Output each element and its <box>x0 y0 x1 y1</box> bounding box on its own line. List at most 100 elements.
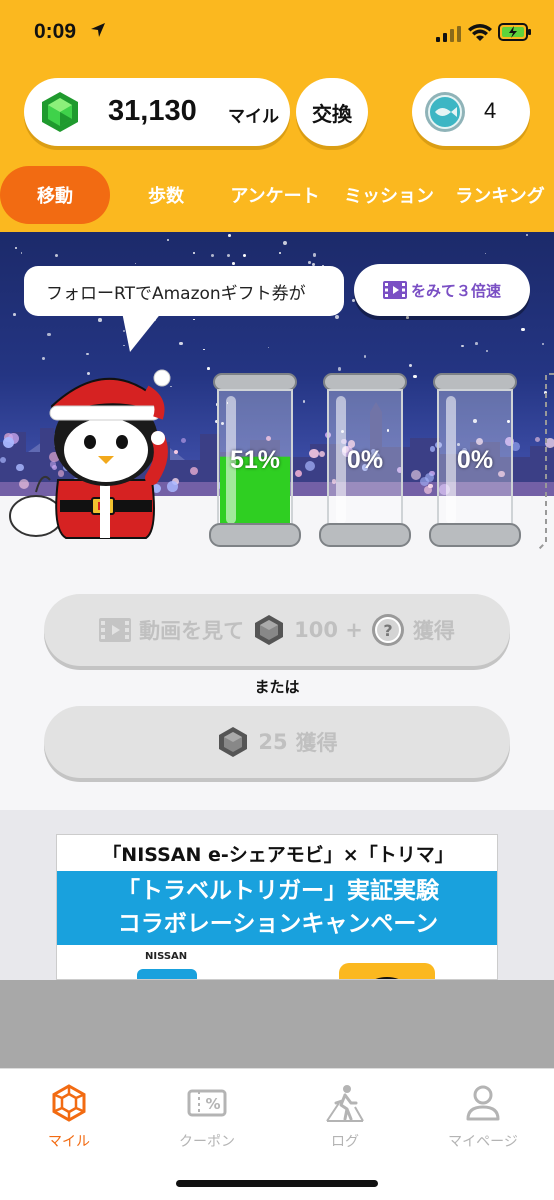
snowflake <box>13 312 17 316</box>
nav-coupon[interactable]: % クーポン <box>138 1083 276 1163</box>
snowflake <box>542 343 544 346</box>
nav-log-label: ログ <box>331 1134 359 1150</box>
snowflake <box>461 344 464 348</box>
video-film-icon <box>99 618 132 642</box>
snowflake <box>211 253 215 257</box>
santa-penguin-mascot <box>9 369 171 539</box>
banner-top-line: 「NISSAN e-シェアモビ」×「トリマ」 <box>102 843 454 866</box>
wifi-icon <box>468 24 492 41</box>
tab-survey[interactable]: アンケート <box>222 166 328 224</box>
nav-miles-label: マイル <box>48 1134 90 1150</box>
tank-2-percent: 0% <box>346 446 384 474</box>
speech-bubble-tail <box>122 312 162 352</box>
snowflake <box>406 316 409 320</box>
app-header: 0:09 31,130 マイル 交換 4 移動 歩数 アンケート ミッション ラ… <box>0 0 554 232</box>
tank-3-percent: 0% <box>456 446 494 474</box>
snowflake <box>178 341 183 346</box>
snowflake <box>192 251 195 255</box>
snowflake <box>363 354 367 358</box>
miles-unit: マイル <box>228 107 279 127</box>
snowflake <box>484 252 487 255</box>
banner-line-2: コラボレーションキャンペーン <box>117 911 439 937</box>
snowflake <box>134 262 137 265</box>
or-separator: または <box>254 678 300 696</box>
snowflake <box>207 366 211 370</box>
speed-up-video-button[interactable]: をみて３倍速 <box>354 264 530 316</box>
banner-area: 「NISSAN e-シェアモビ」×「トリマ」 「トラベルトリガー」実証実験 コラ… <box>0 810 554 980</box>
watch-video-reward-button[interactable]: 動画を見て 100 + ? 獲得 <box>44 594 510 666</box>
snowflake <box>526 233 529 236</box>
banner-nissan-graphic <box>137 969 197 979</box>
snowflake <box>202 348 205 351</box>
battery-charging-icon <box>498 23 531 41</box>
nav-coupon-label: クーポン <box>179 1134 235 1150</box>
snowflake <box>47 332 51 336</box>
snowflake <box>226 253 231 258</box>
mode-tabs: 移動 歩数 アンケート ミッション ランキング <box>0 166 554 224</box>
snowflake <box>54 254 58 258</box>
walking-log-icon <box>326 1085 364 1122</box>
video-reward-amount: 100 + <box>294 618 363 642</box>
nav-mypage-label: マイページ <box>448 1134 518 1150</box>
reward-actions: 動画を見て 100 + ? 獲得 または 25 獲得 <box>0 550 554 810</box>
snowflake <box>312 253 317 257</box>
banner-headline: 「トラベルトリガー」実証実験 コラボレーションキャンペーン <box>57 871 497 945</box>
snowflake <box>15 247 18 250</box>
watch-video-label: 動画を見て <box>139 619 245 643</box>
city-light <box>410 470 421 481</box>
snowflake <box>335 315 339 320</box>
travel-scene: フォローRTでAmazonギフト券が をみて３倍速 51% 0% 0% <box>0 232 554 550</box>
snowflake <box>193 318 196 321</box>
video-reward-suffix: 獲得 <box>412 619 455 643</box>
snowflake <box>167 239 170 242</box>
banner-brand: NISSAN <box>145 951 188 962</box>
location-arrow-icon <box>91 23 105 37</box>
snowflake <box>86 352 89 356</box>
exchange-button[interactable]: 交換 <box>296 78 368 146</box>
snowflake <box>231 262 235 265</box>
speech-bubble[interactable]: フォローRTでAmazonギフト券が <box>24 266 344 316</box>
claim-reward-amount: 25 <box>258 730 288 754</box>
nav-miles[interactable]: マイル <box>0 1083 138 1163</box>
claim-reward-button[interactable]: 25 獲得 <box>44 706 510 778</box>
snowflake <box>337 367 342 371</box>
person-icon <box>466 1085 500 1121</box>
coupon-icon: % <box>187 1089 227 1117</box>
tab-mission[interactable]: ミッション <box>338 166 440 224</box>
snowflake <box>308 260 312 264</box>
tab-steps[interactable]: 歩数 <box>126 166 206 224</box>
banner-line-1: 「トラベルトリガー」実証実験 <box>117 878 439 904</box>
coin-balance[interactable]: 4 <box>412 78 530 146</box>
status-time: 0:09 <box>34 20 77 43</box>
mystery-coin-icon: ? <box>371 614 404 646</box>
banner-overlay <box>0 980 554 1068</box>
banner-penguin-graphic <box>339 963 435 979</box>
svg-text:?: ? <box>383 621 392 640</box>
miles-balance[interactable]: 31,130 マイル <box>24 78 290 146</box>
miles-value: 31,130 <box>108 95 197 127</box>
speed-up-label: をみて３倍速 <box>410 281 501 300</box>
next-tank-outline <box>538 373 554 550</box>
coin-count: 4 <box>484 98 497 123</box>
snowflake <box>267 346 270 349</box>
snowflake <box>351 298 355 303</box>
snowflake <box>408 363 413 368</box>
snowflake <box>486 349 489 352</box>
home-indicator <box>176 1180 378 1187</box>
video-film-icon <box>382 281 407 299</box>
snowflake <box>282 240 287 245</box>
grey-gem-icon <box>219 727 248 757</box>
cellular-signal-icon <box>436 26 461 42</box>
fish-coin-icon <box>425 92 465 132</box>
snowflake <box>228 234 231 237</box>
nav-log[interactable]: ログ <box>276 1083 414 1163</box>
campaign-banner[interactable]: 「NISSAN e-シェアモビ」×「トリマ」 「トラベルトリガー」実証実験 コラ… <box>56 834 498 980</box>
penguin-face-icon <box>375 977 399 979</box>
tab-move[interactable]: 移動 <box>0 166 110 224</box>
tab-ranking[interactable]: ランキング <box>448 166 552 224</box>
svg-text:%: % <box>205 1095 220 1113</box>
nav-mypage[interactable]: マイページ <box>414 1083 552 1163</box>
snowflake <box>475 342 478 345</box>
snowflake <box>413 374 417 379</box>
snowflake <box>20 252 23 255</box>
